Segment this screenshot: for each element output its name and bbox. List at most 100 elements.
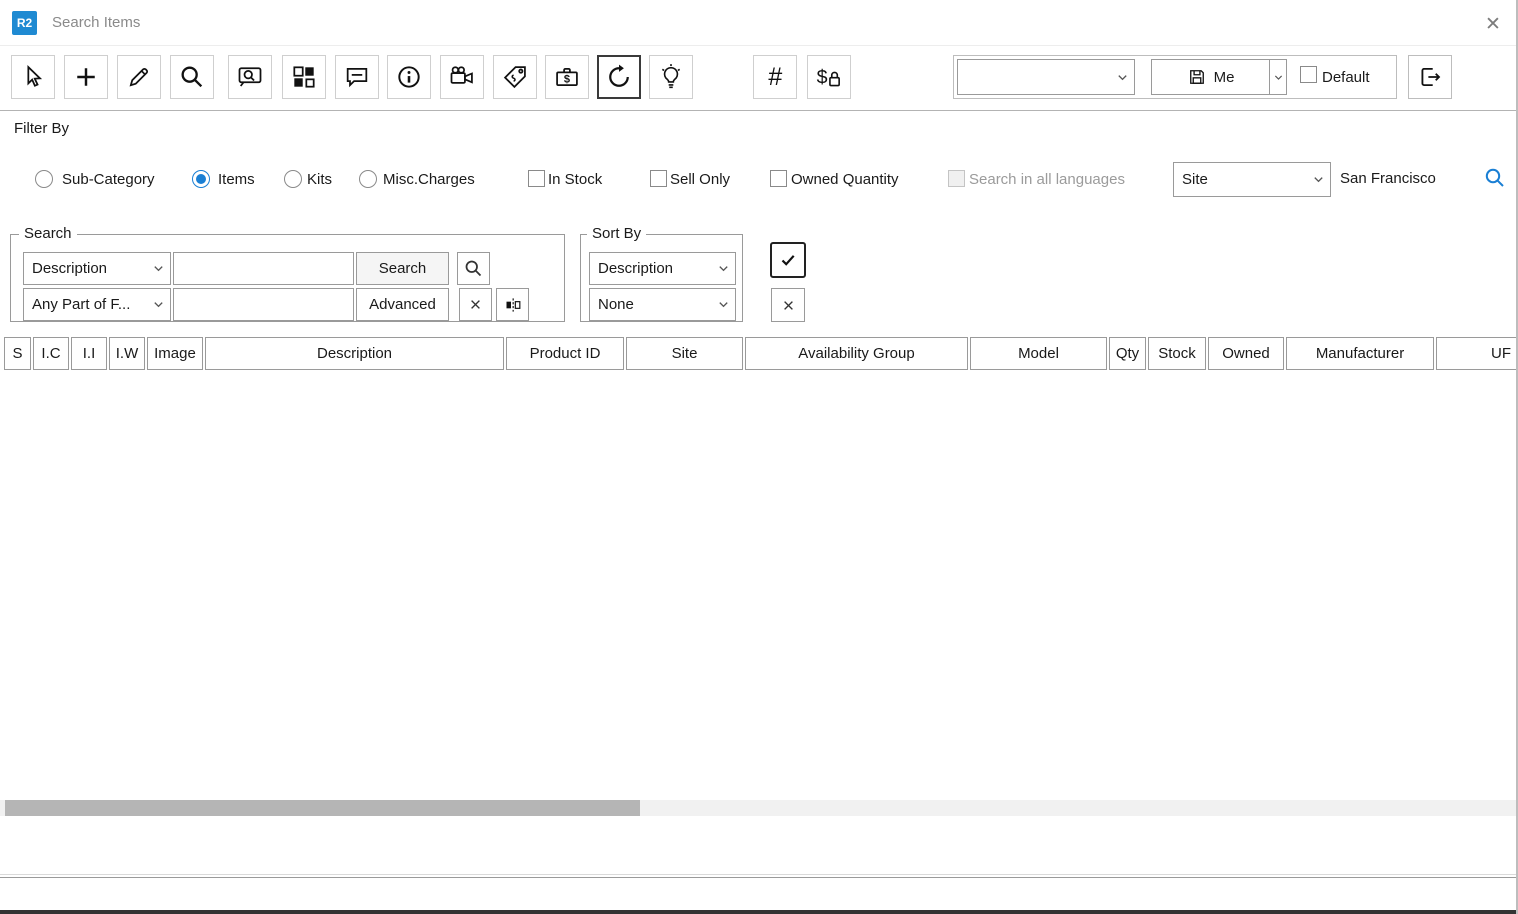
flip-horizontal-icon bbox=[503, 295, 523, 315]
in-stock-checkbox[interactable] bbox=[528, 170, 545, 187]
sort-by-groupbox: Sort By Description None bbox=[580, 234, 743, 322]
price-tag-button[interactable] bbox=[493, 55, 537, 99]
default-checkbox-label: Default bbox=[1322, 69, 1370, 86]
owned-quantity-label: Owned Quantity bbox=[791, 171, 899, 188]
sort-secondary-value: None bbox=[590, 296, 711, 313]
pointer-tool-button[interactable] bbox=[11, 55, 55, 99]
save-profile-dropdown[interactable] bbox=[1269, 59, 1287, 95]
column-header-manufacturer[interactable]: Manufacturer bbox=[1286, 337, 1434, 370]
pointer-icon bbox=[19, 63, 47, 91]
sell-only-checkbox[interactable] bbox=[650, 170, 667, 187]
column-header-qty[interactable]: Qty bbox=[1109, 337, 1146, 370]
radio-sub-category[interactable] bbox=[35, 170, 53, 188]
clear-search-button[interactable] bbox=[459, 288, 492, 321]
edit-button[interactable] bbox=[117, 55, 161, 99]
column-header-stock[interactable]: Stock bbox=[1148, 337, 1206, 370]
save-icon bbox=[1187, 67, 1207, 87]
site-search-button[interactable] bbox=[1483, 166, 1507, 190]
radio-kits[interactable] bbox=[284, 170, 302, 188]
column-header-uf[interactable]: UF bbox=[1436, 337, 1518, 370]
column-header-description[interactable]: Description bbox=[205, 337, 504, 370]
layout-grid-icon bbox=[290, 63, 318, 91]
site-combo[interactable]: Site bbox=[1173, 162, 1331, 197]
comment-button[interactable] bbox=[335, 55, 379, 99]
column-header-model[interactable]: Model bbox=[970, 337, 1107, 370]
column-header-iw[interactable]: I.W bbox=[109, 337, 145, 370]
owned-quantity-checkbox[interactable] bbox=[770, 170, 787, 187]
column-header-availability-group[interactable]: Availability Group bbox=[745, 337, 968, 370]
column-header-image[interactable]: Image bbox=[147, 337, 203, 370]
add-button[interactable] bbox=[64, 55, 108, 99]
idea-bulb-button[interactable] bbox=[649, 55, 693, 99]
save-profile-button[interactable]: Me bbox=[1151, 59, 1269, 95]
apply-sort-toggle[interactable] bbox=[770, 242, 806, 278]
search-lookup-button[interactable] bbox=[457, 252, 490, 285]
radio-kits-label: Kits bbox=[307, 171, 332, 188]
clear-sort-button[interactable] bbox=[771, 288, 805, 322]
radio-misc-charges-label: Misc.Charges bbox=[383, 171, 475, 188]
idea-bulb-icon bbox=[657, 63, 685, 91]
match-text-input[interactable] bbox=[173, 288, 354, 321]
svg-text:$: $ bbox=[564, 73, 570, 85]
flip-panel-button[interactable] bbox=[496, 288, 529, 321]
exit-icon bbox=[1417, 64, 1443, 90]
search-preview-icon bbox=[236, 63, 264, 91]
search-field-combo-value: Description bbox=[24, 260, 146, 277]
radio-misc-charges[interactable] bbox=[359, 170, 377, 188]
column-header-s[interactable]: S bbox=[4, 337, 31, 370]
results-area bbox=[0, 371, 1518, 800]
site-value: San Francisco bbox=[1340, 170, 1436, 187]
filter-by-label: Filter By bbox=[14, 120, 69, 137]
search-groupbox-legend: Search bbox=[19, 225, 77, 242]
profile-combo[interactable] bbox=[957, 59, 1135, 95]
column-header-ii[interactable]: I.I bbox=[71, 337, 107, 370]
layout-grid-button[interactable] bbox=[282, 55, 326, 99]
save-profile-label: Me bbox=[1214, 69, 1235, 86]
hash-button[interactable]: # bbox=[753, 55, 797, 99]
advanced-button[interactable]: Advanced bbox=[356, 288, 449, 321]
search-text-input[interactable] bbox=[173, 252, 354, 285]
search-field-combo[interactable]: Description bbox=[23, 252, 171, 285]
column-header-site[interactable]: Site bbox=[626, 337, 743, 370]
chevron-down-icon bbox=[1306, 173, 1330, 186]
search-preview-button[interactable] bbox=[228, 55, 272, 99]
chevron-down-icon bbox=[711, 298, 735, 311]
video-camera-button[interactable] bbox=[440, 55, 484, 99]
site-combo-value: Site bbox=[1174, 171, 1306, 188]
column-header-owned[interactable]: Owned bbox=[1208, 337, 1284, 370]
money-briefcase-icon: $ bbox=[553, 63, 581, 91]
sort-secondary-combo[interactable]: None bbox=[589, 288, 736, 321]
exit-button[interactable] bbox=[1408, 55, 1452, 99]
window-title: Search Items bbox=[52, 14, 140, 31]
search-button[interactable]: Search bbox=[356, 252, 449, 285]
edit-pencil-icon bbox=[125, 63, 153, 91]
column-header-product-id[interactable]: Product ID bbox=[506, 337, 624, 370]
search-all-languages-checkbox bbox=[948, 170, 965, 187]
radio-sub-category-label: Sub-Category bbox=[62, 171, 155, 188]
match-type-combo[interactable]: Any Part of F... bbox=[23, 288, 171, 321]
default-checkbox[interactable] bbox=[1300, 66, 1317, 83]
close-x-icon bbox=[467, 296, 484, 313]
app-logo: R2 bbox=[12, 11, 37, 35]
chevron-down-icon bbox=[711, 262, 735, 275]
column-header-ic[interactable]: I.C bbox=[33, 337, 69, 370]
status-bar bbox=[0, 877, 1518, 910]
search-groupbox: Search Description Search Any Part of F.… bbox=[10, 234, 565, 322]
window-bottom-border bbox=[0, 910, 1518, 914]
money-briefcase-button[interactable]: $ bbox=[545, 55, 589, 99]
video-camera-icon bbox=[448, 63, 476, 91]
refresh-clock-icon bbox=[605, 63, 633, 91]
search-tool-button[interactable] bbox=[170, 55, 214, 99]
search-icon bbox=[178, 63, 206, 91]
price-lock-button[interactable]: $ bbox=[807, 55, 851, 99]
horizontal-scrollbar-thumb[interactable] bbox=[5, 800, 640, 816]
refresh-clock-button[interactable] bbox=[597, 55, 641, 99]
sort-primary-combo[interactable]: Description bbox=[589, 252, 736, 285]
close-button[interactable]: ✕ bbox=[1478, 9, 1508, 39]
radio-items[interactable] bbox=[192, 170, 210, 188]
info-button[interactable] bbox=[387, 55, 431, 99]
search-icon bbox=[1483, 166, 1507, 190]
chevron-down-icon bbox=[146, 298, 170, 311]
info-icon bbox=[395, 63, 423, 91]
sell-only-label: Sell Only bbox=[670, 171, 730, 188]
